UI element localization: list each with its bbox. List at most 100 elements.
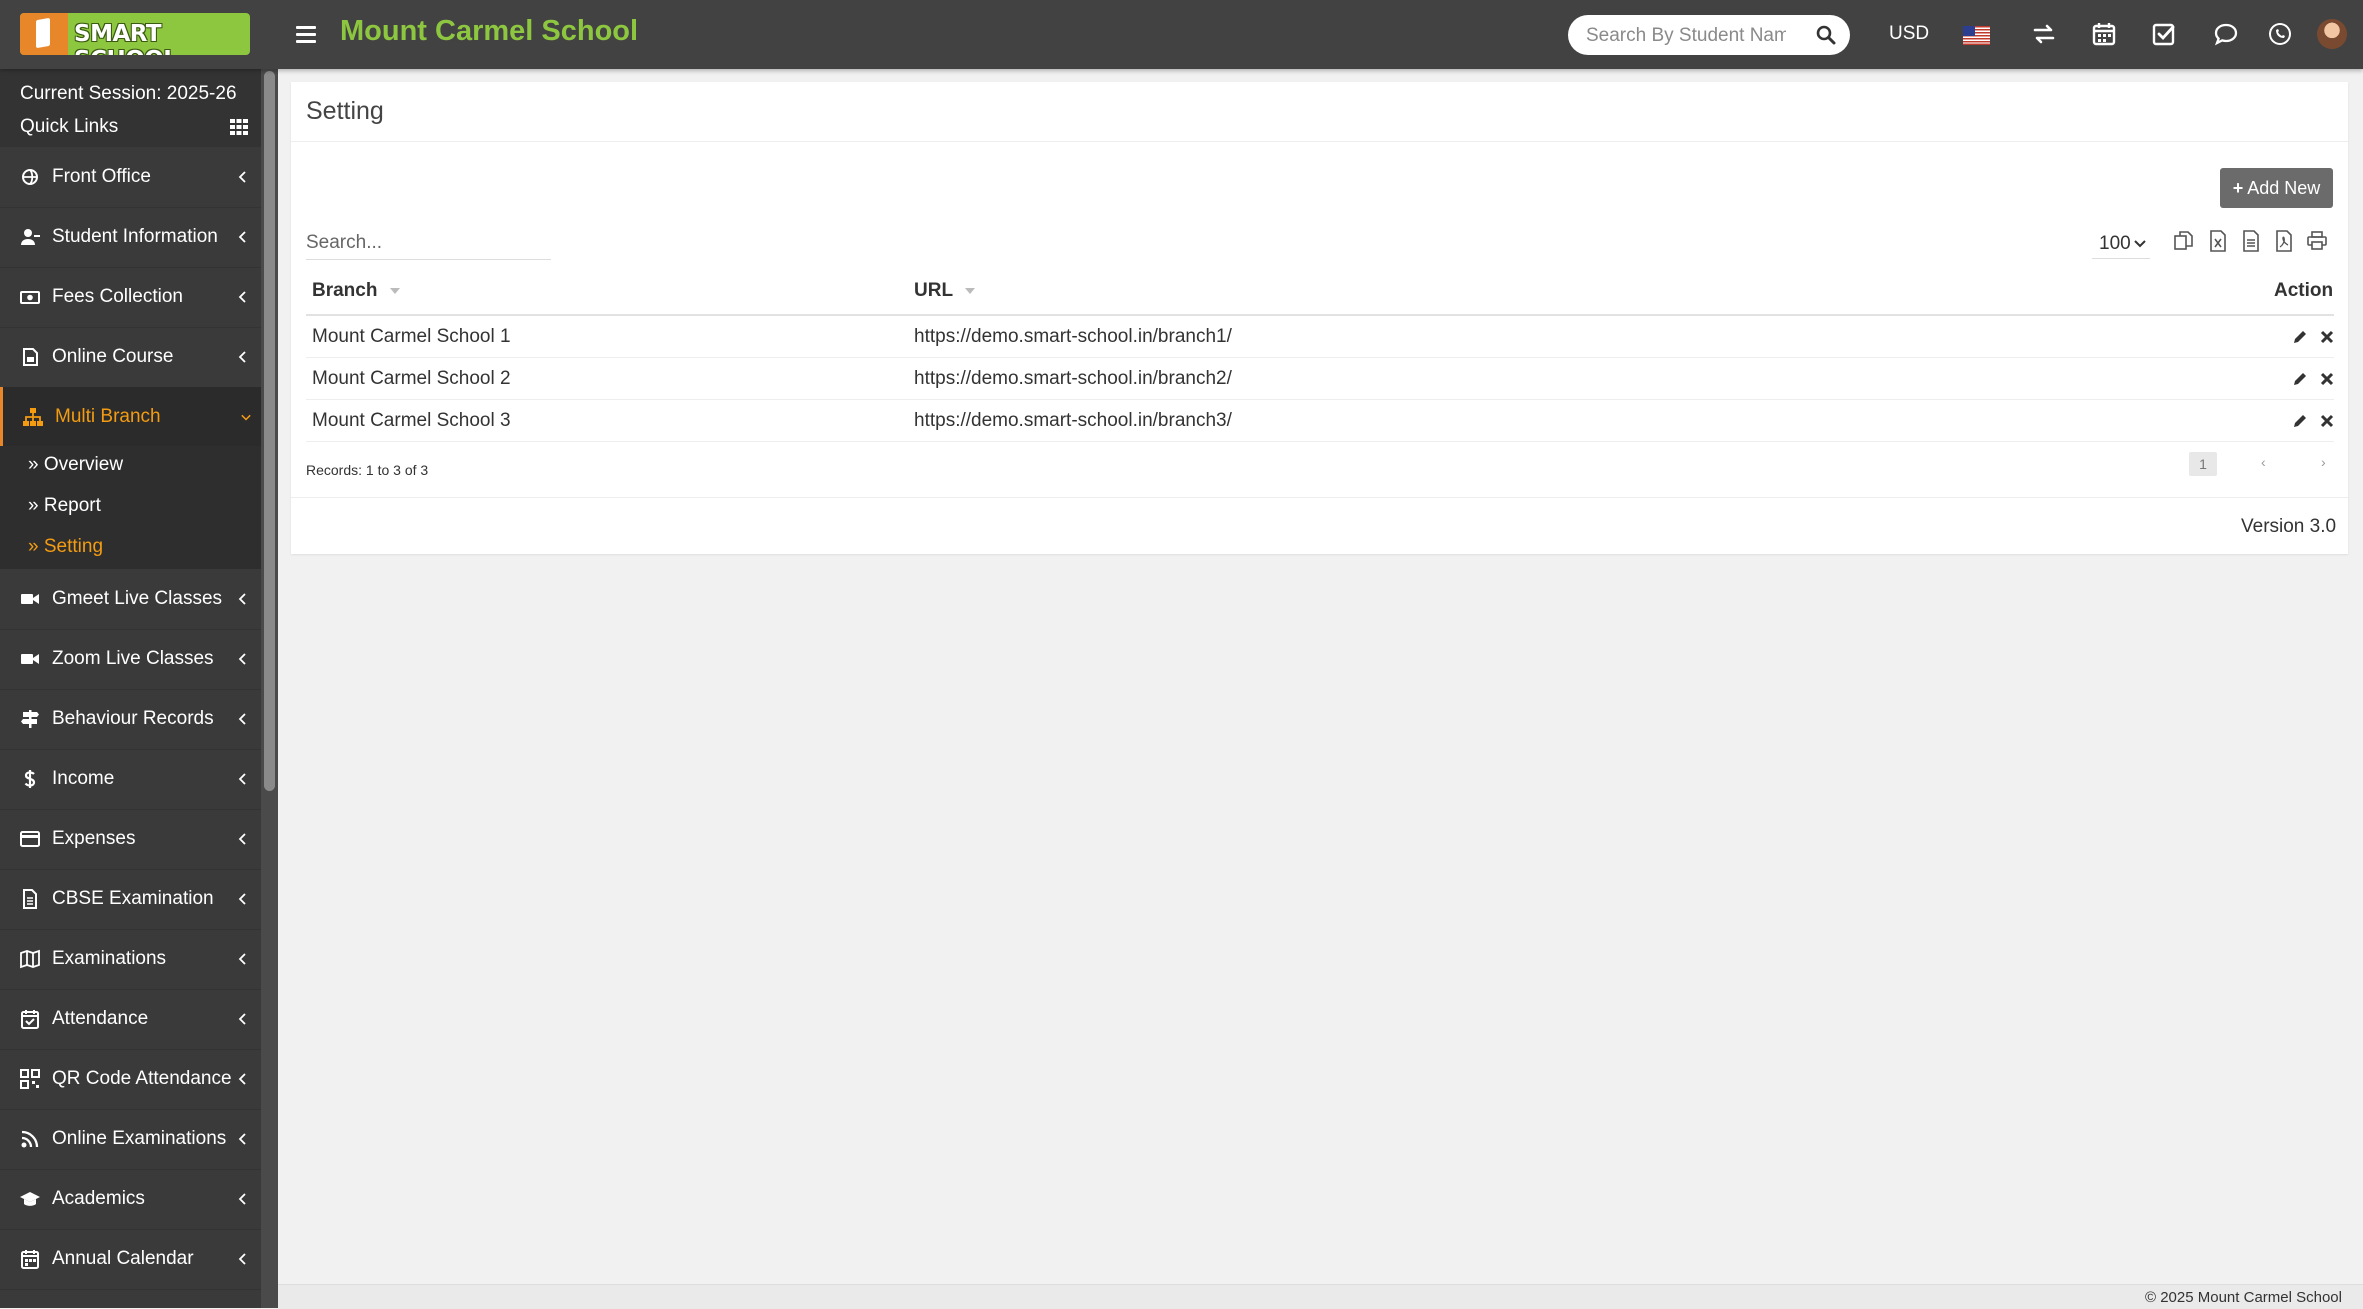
top-navbar: SMART SCHOOL Mount Carmel School USD (0, 0, 2363, 69)
whatsapp-icon[interactable] (2266, 20, 2294, 48)
divider (291, 141, 2348, 142)
chevron-left-icon (238, 653, 246, 665)
chevron-left-icon (238, 1133, 246, 1145)
url-cell: https://demo.smart-school.in/branch2/ (914, 368, 1232, 389)
money-icon (20, 291, 40, 304)
table-row: Mount Carmel School 2 https://demo.smart… (306, 358, 2334, 400)
pagination-next[interactable]: › (2321, 454, 2326, 470)
submenu-item-report[interactable]: » Report (28, 495, 101, 517)
add-new-button[interactable]: + Add New (2220, 168, 2333, 208)
pagination-page[interactable]: 1 (2189, 452, 2217, 476)
table-search-input[interactable] (306, 227, 551, 260)
sidebar-item-income[interactable]: Income (0, 749, 261, 810)
csv-icon[interactable] (2240, 230, 2262, 252)
sidebar-item-label: Academics (52, 1188, 145, 1209)
rss-icon (21, 1130, 39, 1148)
video-icon (21, 654, 39, 664)
grid-icon[interactable] (230, 119, 248, 135)
sidebar-item-gmeet-live-classes[interactable]: Gmeet Live Classes (0, 569, 261, 630)
calendar-icon[interactable] (2090, 20, 2118, 48)
us-flag-icon[interactable] (1963, 26, 1990, 45)
sidebar-item-zoom-live-classes[interactable]: Zoom Live Classes (0, 629, 261, 690)
user-avatar[interactable] (2317, 19, 2347, 49)
chevron-left-icon (238, 1193, 246, 1205)
sidebar-item-multi-branch[interactable]: Multi Branch (0, 387, 264, 448)
sidebar-item-behaviour-records[interactable]: Behaviour Records (0, 689, 261, 750)
sidebar-item-label: Multi Branch (55, 406, 161, 427)
smart-school-logo[interactable]: SMART SCHOOL (20, 13, 250, 55)
sidebar-item-expenses[interactable]: Expenses (0, 809, 261, 870)
graduation-cap-icon (20, 1192, 40, 1206)
exchange-icon[interactable] (2030, 20, 2058, 48)
sidebar-item-fees-collection[interactable]: Fees Collection (0, 267, 261, 328)
student-search-input[interactable] (1584, 15, 1788, 57)
sidebar-item-examinations[interactable]: Examinations (0, 929, 261, 990)
table-row: Mount Carmel School 1 https://demo.smart… (306, 316, 2334, 358)
sidebar-item-cbse-examination[interactable]: CBSE Examination (0, 869, 261, 930)
submenu-item-overview[interactable]: » Overview (28, 454, 123, 476)
delete-icon[interactable] (2319, 329, 2335, 345)
url-cell: https://demo.smart-school.in/branch1/ (914, 326, 1232, 347)
scrollbar-thumb[interactable] (264, 71, 275, 791)
hamburger-menu-icon[interactable] (296, 22, 316, 46)
edit-icon[interactable] (2292, 413, 2308, 429)
print-icon[interactable] (2306, 230, 2328, 252)
page-size-select[interactable]: 100 (2092, 230, 2150, 259)
signpost-icon (21, 710, 39, 728)
credit-card-icon (20, 831, 40, 847)
page-size-value: 100 (2099, 233, 2131, 254)
edit-icon[interactable] (2292, 329, 2308, 345)
sidebar-item-academics[interactable]: Academics (0, 1169, 261, 1230)
column-header-url[interactable]: URL (914, 280, 975, 302)
delete-icon[interactable] (2319, 371, 2335, 387)
chevron-left-icon (238, 231, 246, 243)
sidebar-item-label: Examinations (52, 948, 167, 969)
chevron-left-icon (238, 893, 246, 905)
column-header-action: Action (2274, 280, 2334, 301)
excel-icon[interactable] (2207, 230, 2229, 252)
sidebar-item-label: Student Information (52, 226, 218, 247)
page-footer: © 2025 Mount Carmel School (278, 1284, 2363, 1309)
search-icon[interactable] (1816, 25, 1836, 45)
task-check-icon[interactable] (2150, 20, 2178, 48)
student-search-box (1568, 15, 1850, 57)
settings-panel: Setting + Add New 100 Branch URL Action (291, 82, 2348, 554)
submenu-item-setting[interactable]: » Setting (28, 536, 103, 558)
chat-icon[interactable] (2212, 20, 2240, 48)
records-info: Records: 1 to 3 of 3 (306, 462, 429, 478)
sidebar-item-annual-calendar[interactable]: Annual Calendar (0, 1229, 261, 1290)
column-label: URL (914, 280, 953, 301)
sidebar-item-attendance[interactable]: Attendance (0, 989, 261, 1050)
document-icon (23, 889, 37, 909)
dollar-icon (24, 770, 36, 788)
copy-icon[interactable] (2173, 230, 2195, 252)
session-panel: Current Session: 2025-26 Quick Links (0, 69, 261, 147)
column-header-branch[interactable]: Branch (312, 280, 400, 302)
currency-selector[interactable]: USD (1889, 23, 1929, 45)
chevron-left-icon (238, 713, 246, 725)
sidebar-item-online-examinations[interactable]: Online Examinations (0, 1109, 261, 1170)
chevron-left-icon (238, 773, 246, 785)
sidebar-item-label: Online Examinations (52, 1128, 227, 1149)
quick-links-link[interactable]: Quick Links (20, 116, 118, 138)
sidebar-item-label: Zoom Live Classes (52, 648, 214, 669)
branch-cell: Mount Carmel School 2 (312, 368, 511, 389)
sidebar-item-label: Behaviour Records (52, 708, 214, 729)
sidebar-item-qr-code-attendance[interactable]: QR Code Attendance (0, 1049, 261, 1110)
sidebar-item-label: Annual Calendar (52, 1248, 194, 1269)
edit-icon[interactable] (2292, 371, 2308, 387)
sidebar-scrollbar[interactable] (261, 69, 278, 1308)
school-name: Mount Carmel School (340, 15, 639, 47)
pdf-icon[interactable] (2273, 230, 2295, 252)
sort-icon (389, 287, 400, 294)
delete-icon[interactable] (2319, 413, 2335, 429)
chevron-left-icon (238, 351, 246, 363)
sidebar-item-label: Fees Collection (52, 286, 183, 307)
sidebar-item-label: QR Code Attendance (52, 1068, 232, 1089)
sidebar-item-front-office[interactable]: Front Office (0, 147, 261, 208)
pagination-prev[interactable]: ‹ (2261, 454, 2266, 470)
submenu-label: Report (43, 495, 101, 516)
calendar-icon (21, 1250, 39, 1269)
sidebar-item-online-course[interactable]: Online Course (0, 327, 261, 388)
sidebar-item-student-information[interactable]: Student Information (0, 207, 261, 268)
